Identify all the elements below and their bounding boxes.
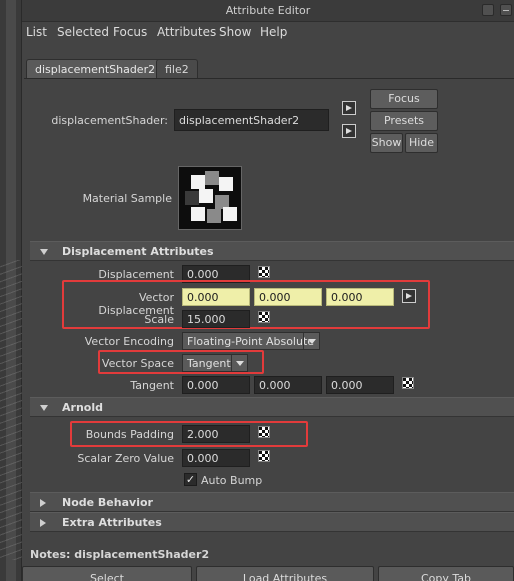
map-button-icon[interactable] — [258, 266, 270, 278]
section-extra-attributes[interactable]: Extra Attributes — [30, 512, 514, 532]
window-title: Attribute Editor — [225, 4, 311, 17]
load-attributes-button[interactable]: Load Attributes — [196, 566, 374, 581]
bounds-padding-field[interactable] — [182, 425, 250, 443]
menu-selected[interactable]: Selected — [57, 25, 109, 39]
select-button[interactable]: Select — [22, 566, 192, 581]
vector-displacement-z-field[interactable] — [326, 288, 394, 306]
minimize-button[interactable] — [500, 4, 512, 16]
menu-focus[interactable]: Focus — [113, 25, 147, 39]
background-graph-lines — [0, 260, 22, 560]
bounds-padding-label: Bounds Padding — [85, 428, 174, 441]
vector-displacement-x-field[interactable] — [182, 288, 250, 306]
section-title: Displacement Attributes — [62, 245, 214, 258]
vector-encoding-label: Vector Encoding — [84, 335, 174, 348]
tangent-x-field[interactable] — [182, 376, 250, 394]
presets-button[interactable]: Presets — [370, 111, 438, 131]
expand-arrow-icon — [40, 519, 46, 527]
menu-attributes[interactable]: Attributes — [157, 25, 216, 39]
tab-file2[interactable]: file2 — [156, 59, 198, 79]
collapse-arrow-icon — [40, 249, 48, 255]
auto-bump-label: Auto Bump — [201, 474, 263, 487]
hide-button[interactable]: Hide — [405, 133, 438, 153]
section-displacement-attributes[interactable]: Displacement Attributes — [30, 241, 514, 261]
section-title: Node Behavior — [62, 496, 153, 509]
tangent-y-field[interactable] — [254, 376, 322, 394]
material-sample-swatch[interactable] — [178, 166, 242, 230]
node-name-field[interactable] — [174, 109, 329, 131]
tangent-label: Tangent — [130, 379, 174, 392]
map-button-icon[interactable] — [258, 450, 270, 462]
vector-displacement-y-field[interactable] — [254, 288, 322, 306]
output-connection-icon[interactable] — [342, 124, 356, 138]
map-button-icon[interactable] — [258, 426, 270, 438]
window-menu-button[interactable] — [482, 4, 494, 16]
section-arnold[interactable]: Arnold — [30, 397, 514, 417]
vector-space-dropdown[interactable]: Tangent — [182, 354, 248, 372]
section-title: Arnold — [62, 401, 103, 414]
menu-list[interactable]: List — [26, 25, 47, 39]
chevron-down-icon — [303, 333, 319, 349]
map-button-icon[interactable] — [402, 377, 414, 389]
menu-show[interactable]: Show — [219, 25, 251, 39]
focus-button[interactable]: Focus — [370, 89, 438, 109]
section-node-behavior[interactable]: Node Behavior — [30, 492, 514, 512]
menu-bar: List Selected Focus Attributes Show Help — [22, 22, 514, 42]
collapse-arrow-icon — [40, 405, 48, 411]
vector-space-label: Vector Space — [101, 357, 174, 370]
vector-displacement-connection-icon[interactable] — [402, 289, 416, 303]
menu-help[interactable]: Help — [260, 25, 287, 39]
left-panel-edge — [0, 0, 22, 581]
copy-tab-button[interactable]: Copy Tab — [378, 566, 514, 581]
node-name-label: displacementShader: — [51, 114, 168, 127]
tab-displacementshader2[interactable]: displacementShader2 — [26, 59, 165, 79]
vector-space-value: Tangent — [187, 357, 231, 370]
notes-label: Notes: displacementShader2 — [30, 548, 210, 561]
node-tabs: displacementShader2 file2 — [22, 42, 514, 79]
vector-encoding-dropdown[interactable]: Floating-Point Absolute — [182, 332, 320, 350]
map-button-icon[interactable] — [258, 311, 270, 323]
scalar-zero-value-field[interactable] — [182, 449, 250, 467]
expand-arrow-icon — [40, 499, 46, 507]
scale-field[interactable] — [182, 310, 250, 328]
material-sample-label: Material Sample — [82, 192, 172, 205]
chevron-down-icon — [231, 355, 247, 371]
show-button[interactable]: Show — [370, 133, 403, 153]
scalar-zero-value-label: Scalar Zero Value — [77, 452, 174, 465]
input-connection-icon[interactable] — [342, 101, 356, 115]
section-title: Extra Attributes — [62, 516, 162, 529]
auto-bump-checkbox[interactable]: ✓ — [184, 473, 197, 486]
scale-label: Scale — [144, 313, 174, 326]
title-bar: Attribute Editor — [22, 0, 514, 22]
bottom-button-bar: Select Load Attributes Copy Tab — [22, 566, 514, 581]
tangent-z-field[interactable] — [326, 376, 394, 394]
vector-encoding-value: Floating-Point Absolute — [187, 335, 315, 348]
